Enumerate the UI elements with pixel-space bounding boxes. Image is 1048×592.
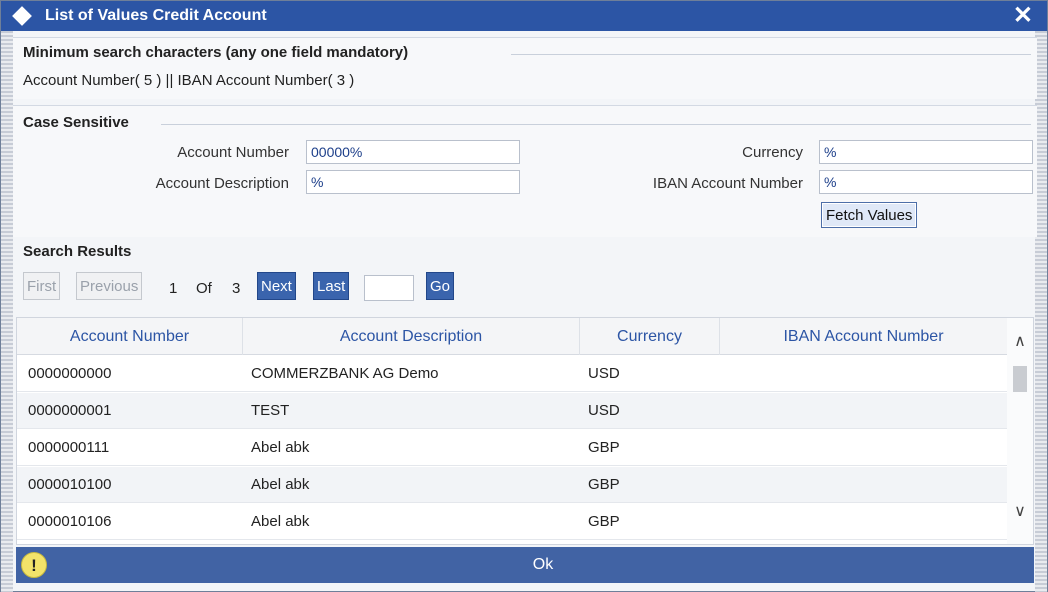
column-header-iban-account-number[interactable]: IBAN Account Number: [720, 318, 1007, 355]
currency-label: Currency: [742, 144, 803, 161]
column-header-account-number[interactable]: Account Number: [17, 318, 243, 355]
iban-account-number-label: IBAN Account Number: [652, 175, 803, 192]
lov-dialog: List of Values Credit Account ✕ Minimum …: [0, 0, 1048, 592]
results-grid: Account Number Account Description Curre…: [16, 317, 1034, 545]
warning-icon[interactable]: !: [21, 552, 47, 578]
ok-button[interactable]: Ok: [52, 547, 1034, 583]
table-row[interactable]: 0000000001 TEST USD: [17, 393, 1007, 429]
cell-account-description: Abel abk: [251, 439, 310, 456]
scroll-thumb[interactable]: [1013, 366, 1027, 392]
cell-currency: USD: [588, 365, 620, 382]
cell-account-description: COMMERZBANK AG Demo: [251, 365, 439, 382]
search-panel: Case Sensitive Account Number Account De…: [13, 105, 1037, 237]
table-row[interactable]: 0000010100 Abel abk GBP: [17, 467, 1007, 503]
total-pages: 3: [232, 280, 241, 297]
vertical-scrollbar[interactable]: ∧ ∨: [1007, 318, 1033, 544]
cell-currency: GBP: [588, 476, 620, 493]
cell-account-number: 0000000000: [28, 365, 112, 382]
criteria-detail: Account Number( 5 ) || IBAN Account Numb…: [23, 72, 355, 89]
left-frame-edge: [1, 31, 13, 592]
diamond-icon: [12, 6, 32, 26]
close-button[interactable]: ✕: [1013, 3, 1033, 29]
currency-input[interactable]: [819, 140, 1033, 164]
previous-page-button[interactable]: Previous: [76, 272, 143, 300]
search-results-heading: Search Results: [23, 243, 132, 260]
grid-header-row: Account Number Account Description Curre…: [17, 318, 1007, 355]
table-row[interactable]: 0000000111 Abel abk GBP: [17, 430, 1007, 466]
next-page-button[interactable]: Next: [257, 272, 296, 300]
dialog-title: List of Values Credit Account: [45, 7, 267, 24]
account-description-label: Account Description: [155, 175, 289, 192]
cell-account-number: 0000000001: [28, 402, 112, 419]
account-number-label: Account Number: [177, 144, 289, 161]
table-row[interactable]: 0000010106 Abel abk GBP: [17, 504, 1007, 540]
cell-currency: USD: [588, 402, 620, 419]
cell-currency: GBP: [588, 513, 620, 530]
table-row[interactable]: 0000000000 COMMERZBANK AG Demo USD: [17, 356, 1007, 392]
criteria-panel: Minimum search characters (any one field…: [13, 37, 1037, 99]
cell-account-description: TEST: [251, 402, 290, 419]
column-header-currency[interactable]: Currency: [580, 318, 720, 355]
cell-account-description: Abel abk: [251, 513, 310, 530]
account-description-input[interactable]: [306, 170, 520, 194]
cell-account-number: 0000010106: [28, 513, 112, 530]
of-label: Of: [196, 280, 212, 297]
cell-account-description: Abel abk: [251, 476, 310, 493]
criteria-heading: Minimum search characters (any one field…: [23, 44, 409, 61]
current-page: 1: [169, 280, 178, 297]
dialog-footer: ! Ok: [16, 547, 1034, 583]
go-button[interactable]: Go: [426, 272, 455, 300]
chevron-down-icon[interactable]: ∨: [1007, 500, 1033, 524]
search-divider: [161, 124, 1031, 125]
cell-currency: GBP: [588, 439, 620, 456]
title-bar: List of Values Credit Account ✕: [1, 1, 1047, 31]
goto-page-input[interactable]: [364, 275, 414, 301]
last-page-button[interactable]: Last: [313, 272, 350, 300]
search-heading: Case Sensitive: [23, 114, 129, 131]
cell-account-number: 0000000111: [28, 439, 110, 456]
criteria-divider: [511, 54, 1031, 55]
chevron-up-icon[interactable]: ∧: [1007, 330, 1033, 354]
column-header-account-description[interactable]: Account Description: [243, 318, 580, 355]
cell-account-number: 0000010100: [28, 476, 112, 493]
account-number-input[interactable]: [306, 140, 520, 164]
fetch-values-button[interactable]: Fetch Values: [821, 202, 918, 228]
iban-account-number-input[interactable]: [819, 170, 1033, 194]
first-page-button[interactable]: First: [23, 272, 61, 300]
